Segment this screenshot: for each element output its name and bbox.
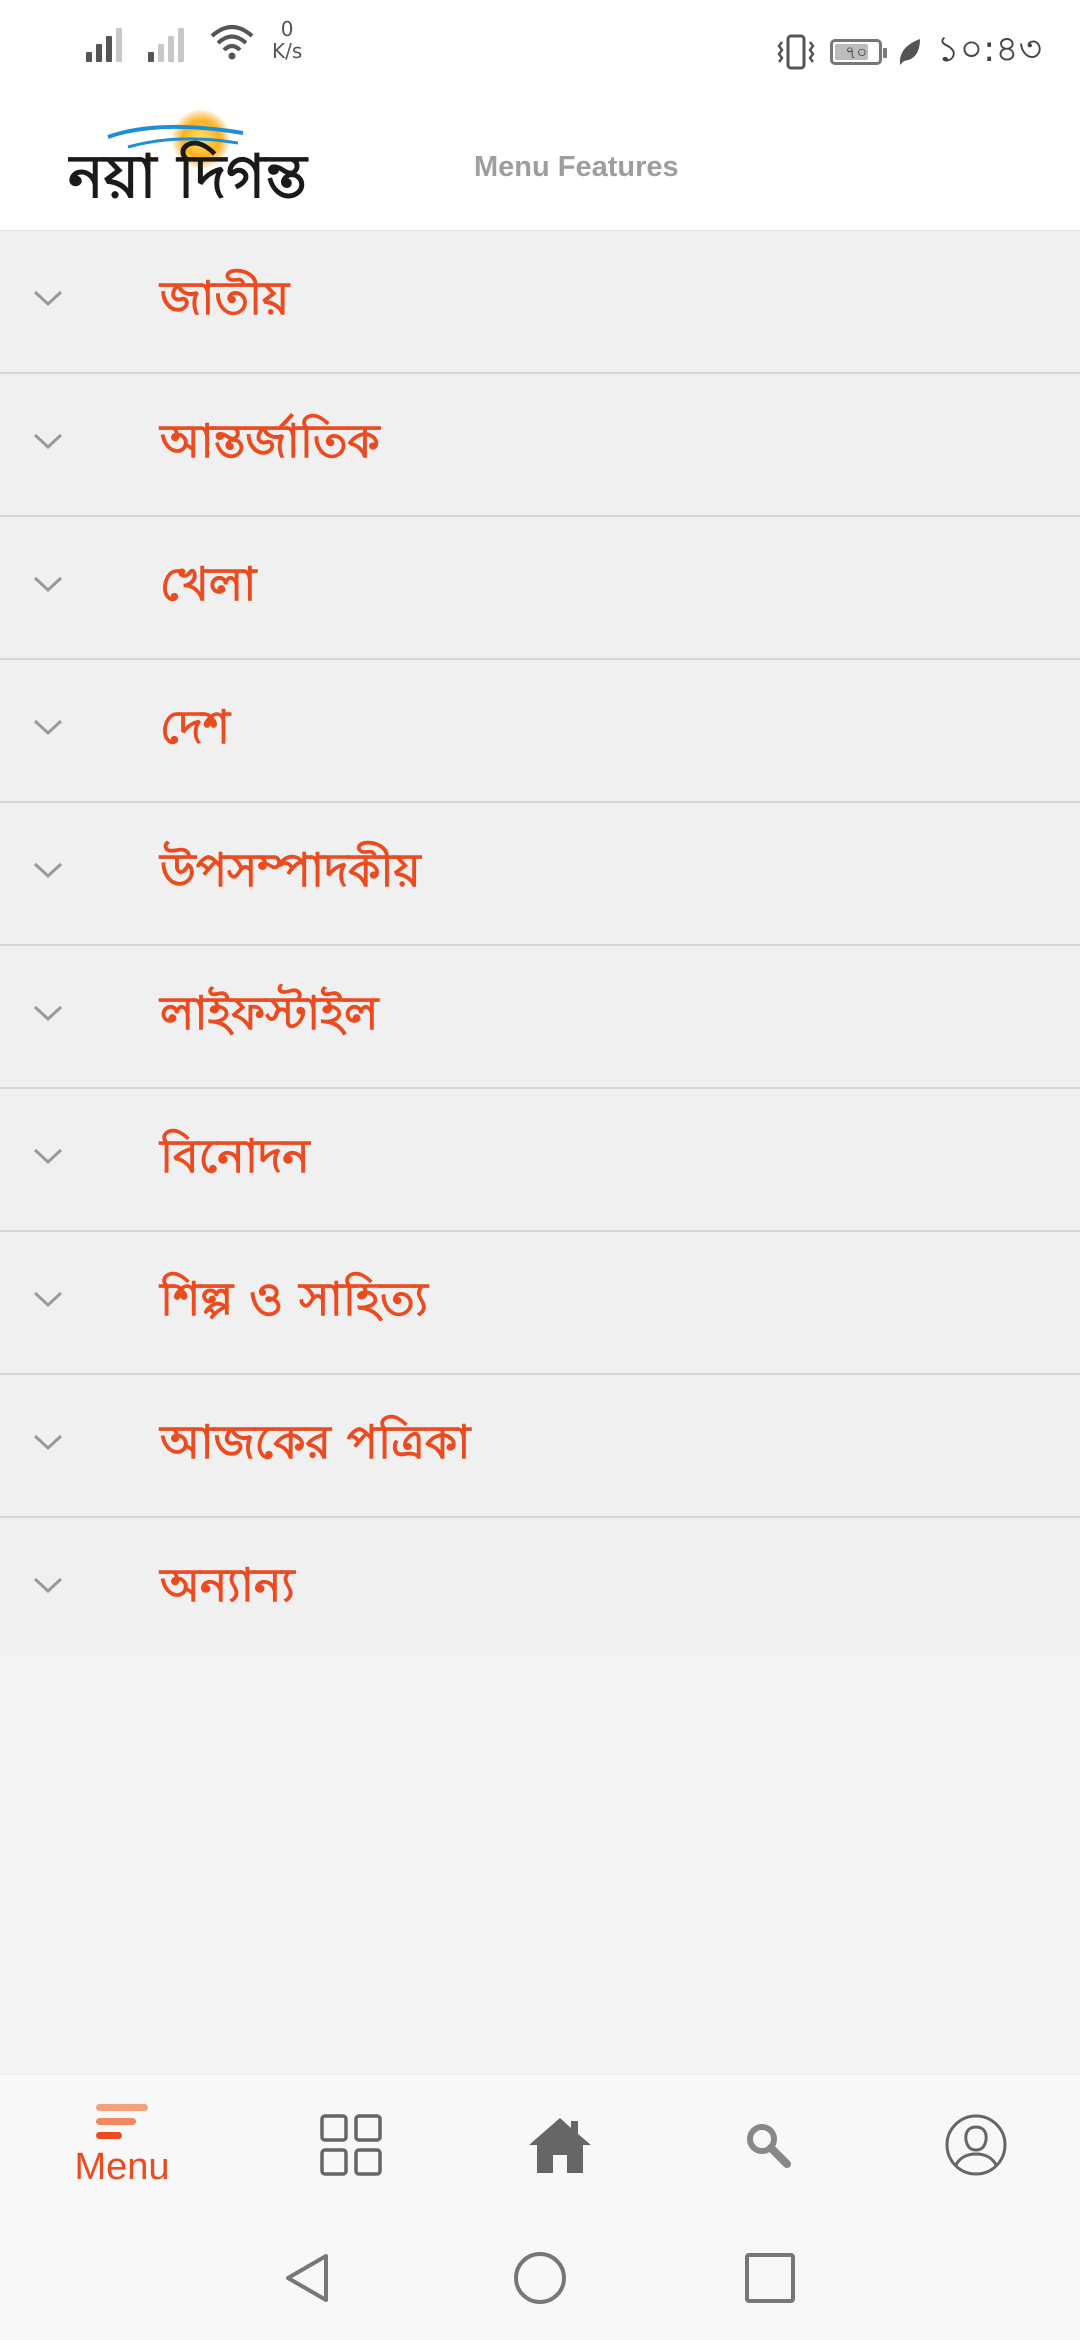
network-speed-value: 0	[280, 17, 294, 41]
menu-item-op-ed[interactable]: উপসম্পাদকীয়	[0, 803, 1080, 946]
tab-categories[interactable]	[243, 2075, 459, 2215]
battery-icon: ৭০	[830, 39, 888, 65]
menu-item-lifestyle[interactable]: লাইফস্টাইল	[0, 946, 1080, 1089]
leaf-icon	[900, 39, 921, 65]
menu-item-arts-literature[interactable]: শিল্প ও সাহিত্য	[0, 1232, 1080, 1375]
bottom-tab-bar: Menu	[0, 2074, 1080, 2215]
tab-search[interactable]	[660, 2075, 876, 2215]
menu-item-label: লাইফস্টাইল	[160, 986, 379, 1040]
vibrate-icon	[777, 34, 815, 70]
wifi-icon	[210, 25, 254, 60]
battery-level: ৭০	[845, 43, 868, 63]
home-icon	[529, 2118, 591, 2173]
grid-icon	[320, 2114, 382, 2176]
status-left: 0 K/s	[86, 18, 302, 62]
chevron-down-icon[interactable]	[32, 573, 64, 595]
menu-item-label: জাতীয়	[160, 271, 290, 325]
signal-icon-sim1	[86, 20, 122, 62]
category-menu: জাতীয় আন্তর্জাতিক খেলা দেশ উপসম্পাদকীয়…	[0, 231, 1080, 1656]
menu-item-country[interactable]: দেশ	[0, 660, 1080, 803]
menu-item-label: আন্তর্জাতিক	[160, 414, 380, 468]
menu-item-label: শিল্প ও সাহিত্য	[160, 1272, 429, 1326]
menu-icon	[96, 2103, 148, 2139]
brand-logo[interactable]: নয়া দিগন্ত	[68, 107, 428, 207]
tab-home[interactable]	[452, 2075, 668, 2215]
system-nav-bar	[0, 2214, 1080, 2340]
menu-item-label: অন্যান্য	[160, 1558, 295, 1612]
menu-item-label: বিনোদন	[160, 1129, 310, 1183]
chevron-down-icon[interactable]	[32, 1431, 64, 1453]
signal-icon-sim2	[148, 20, 184, 62]
menu-item-others[interactable]: অন্যান্য	[0, 1518, 1080, 1656]
chevron-down-icon[interactable]	[32, 430, 64, 452]
clock: ১০:৪৩	[936, 29, 1042, 70]
back-icon[interactable]	[280, 2250, 336, 2306]
menu-item-sports[interactable]: খেলা	[0, 517, 1080, 660]
chevron-down-icon[interactable]	[32, 716, 64, 738]
network-speed-unit: K/s	[272, 39, 303, 63]
menu-item-entertainment[interactable]: বিনোদন	[0, 1089, 1080, 1232]
profile-icon	[945, 2114, 1007, 2176]
logo-text: নয়া দিগন্ত	[68, 140, 309, 207]
home-nav-icon[interactable]	[512, 2250, 568, 2306]
menu-item-label: খেলা	[160, 557, 257, 611]
menu-item-label: দেশ	[160, 700, 231, 754]
chevron-down-icon[interactable]	[32, 1002, 64, 1024]
chevron-down-icon[interactable]	[32, 1288, 64, 1310]
network-speed: 0 K/s	[272, 18, 302, 62]
header-subtitle: Menu Features	[474, 151, 679, 183]
tab-menu[interactable]: Menu	[14, 2075, 230, 2215]
chevron-down-icon[interactable]	[32, 1574, 64, 1596]
recents-icon[interactable]	[742, 2250, 798, 2306]
app-header: নয়া দিগন্ত Menu Features	[0, 85, 1080, 231]
menu-item-todays-paper[interactable]: আজকের পত্রিকা	[0, 1375, 1080, 1518]
status-right: ৭০ ১০:৪৩	[776, 22, 1042, 82]
tab-profile[interactable]	[868, 2075, 1080, 2215]
menu-item-national[interactable]: জাতীয়	[0, 231, 1080, 374]
chevron-down-icon[interactable]	[32, 859, 64, 881]
menu-item-label: আজকের পত্রিকা	[160, 1415, 471, 1469]
chevron-down-icon[interactable]	[32, 287, 64, 309]
tab-menu-label: Menu	[74, 2145, 170, 2188]
menu-item-international[interactable]: আন্তর্জাতিক	[0, 374, 1080, 517]
chevron-down-icon[interactable]	[32, 1145, 64, 1167]
menu-item-label: উপসম্পাদকীয়	[160, 843, 421, 897]
search-icon	[747, 2124, 791, 2168]
status-bar: 0 K/s ৭০ ১০:৪৩	[0, 0, 1080, 85]
